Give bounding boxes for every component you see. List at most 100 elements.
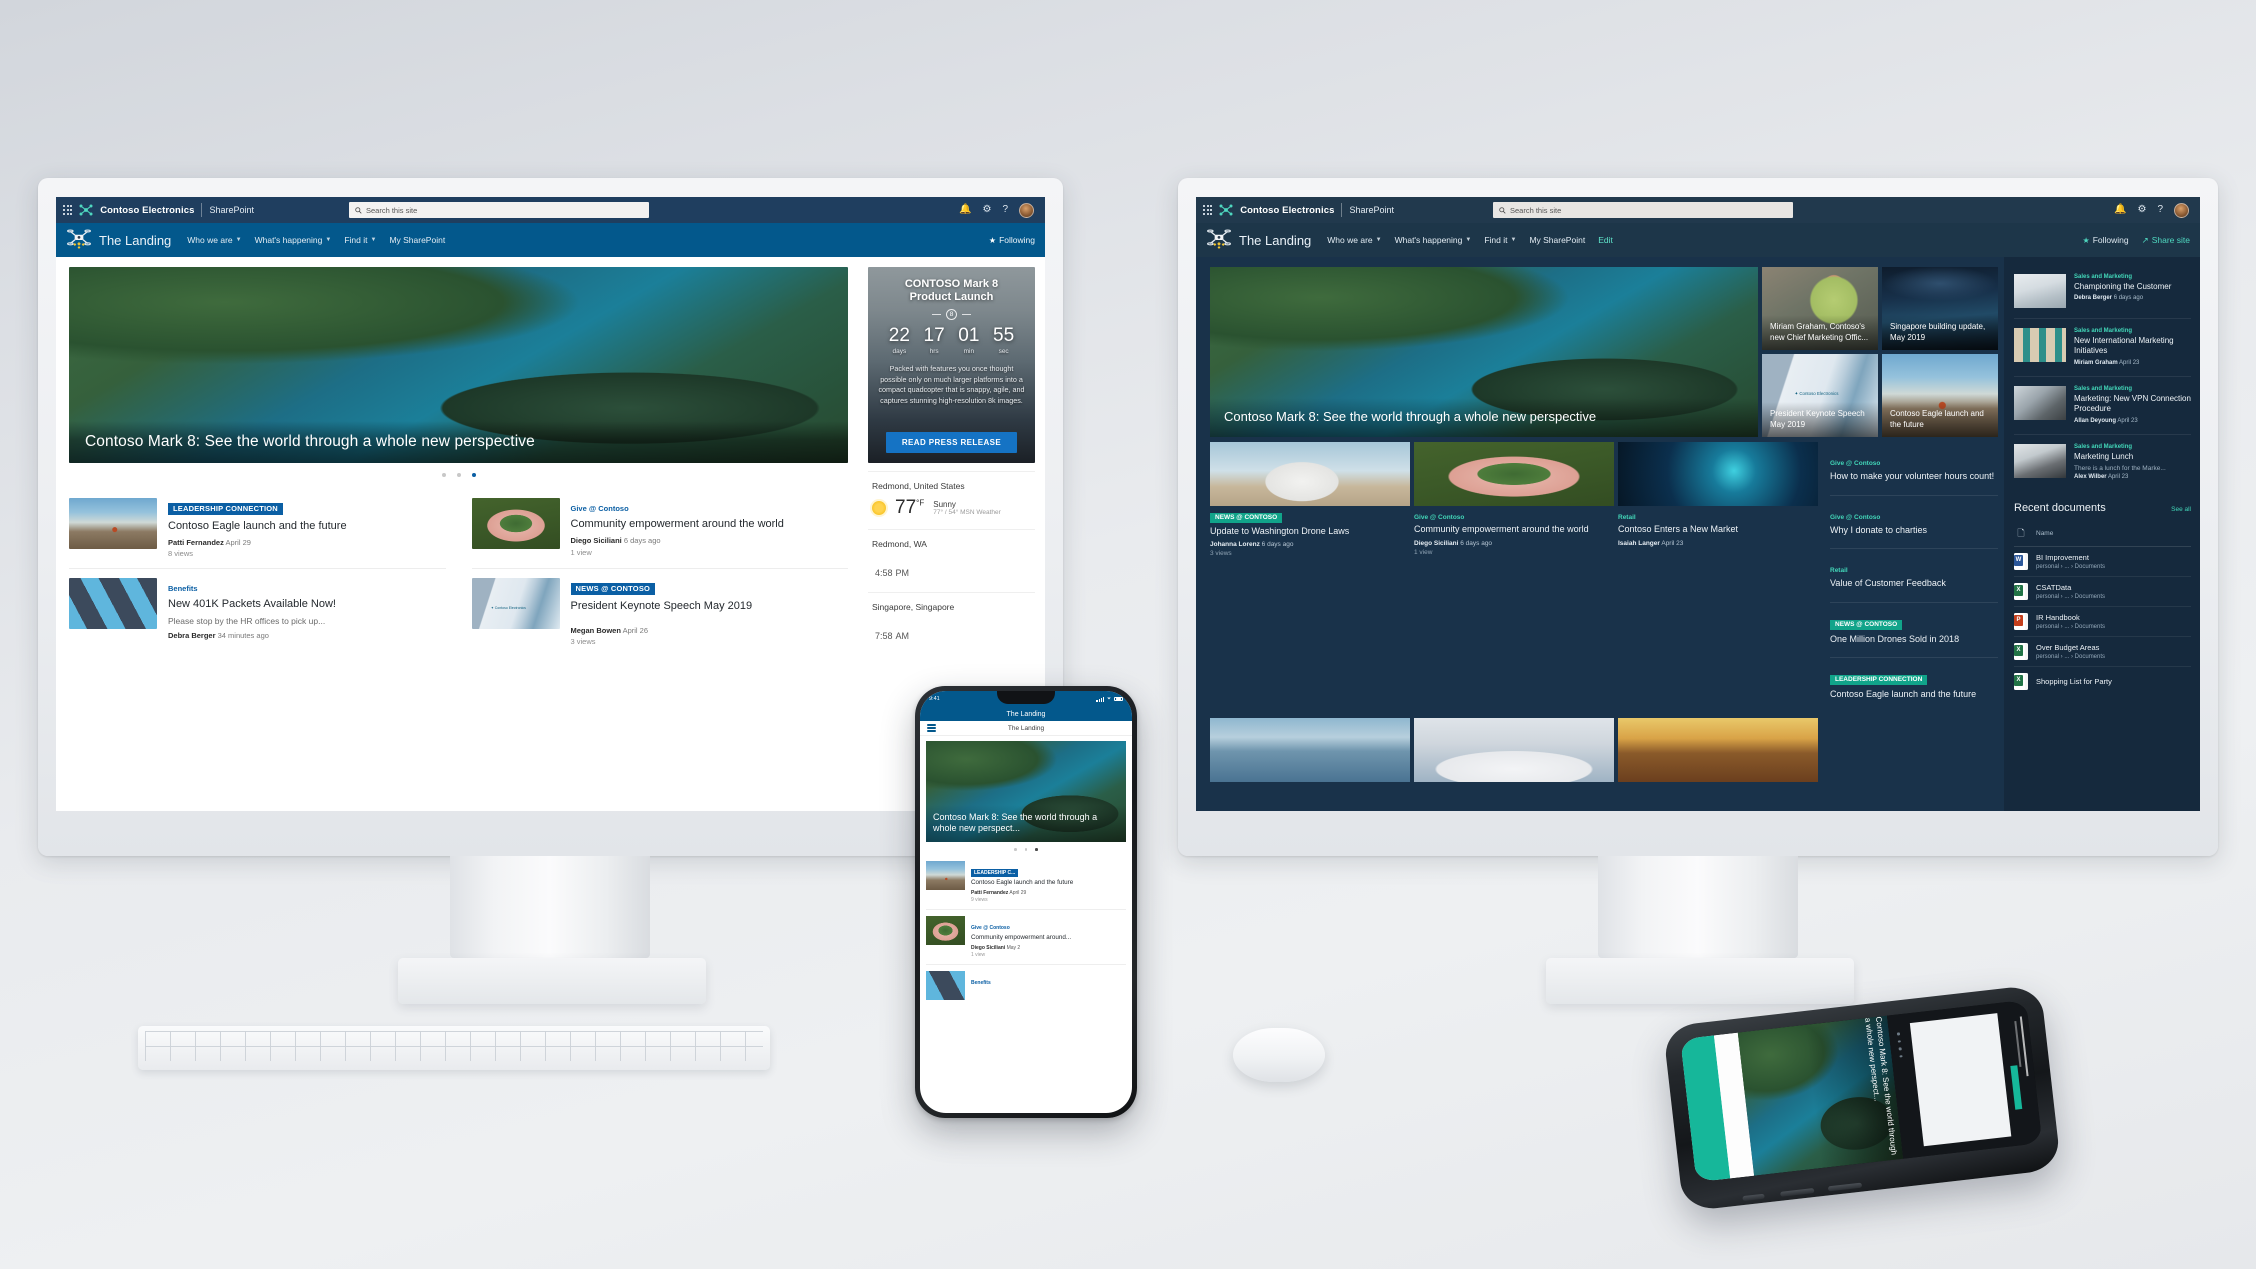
sidebar-news-item[interactable]: Sales and Marketing New International Ma… (2014, 319, 2191, 377)
sidebar-news-title[interactable]: New International Marketing Initiatives (2074, 336, 2191, 357)
sidebar-news-category[interactable]: Sales and Marketing (2074, 386, 2191, 392)
settings-icon[interactable]: ⚙ (2137, 205, 2146, 215)
link-category[interactable]: Give @ Contoso (1830, 460, 1880, 467)
sidebar-news-item[interactable]: Sales and Marketing Championing the Cust… (2014, 265, 2191, 319)
site-title[interactable]: The Landing (99, 233, 171, 248)
document-name[interactable]: Shopping List for Party (2036, 677, 2112, 686)
notifications-icon[interactable]: 🔔 (959, 205, 971, 215)
phone-hero-banner[interactable]: Contoso Mark 8: See the world through a … (926, 741, 1126, 842)
sidebar-news-category[interactable]: Sales and Marketing (2074, 328, 2191, 334)
suite-product-name[interactable]: SharePoint (209, 205, 254, 215)
link-category-badge[interactable]: LEADERSHIP CONNECTION (1830, 674, 1928, 685)
document-row[interactable]: W BI Improvement personal › ... › Docume… (2014, 547, 2191, 577)
nav-link-whats-happening[interactable]: What's happening ▼ (255, 235, 332, 245)
news-card[interactable]: Benefits New 401K Packets Available Now!… (69, 568, 446, 656)
phone-news-title[interactable]: Community empowerment around... (971, 934, 1071, 942)
news-card[interactable] (1210, 718, 1410, 783)
sidebar-news-category[interactable]: Sales and Marketing (2074, 444, 2166, 450)
phone-news-card[interactable]: Give @ Contoso Community empowerment aro… (926, 908, 1126, 964)
carousel-dot-1[interactable] (1014, 848, 1017, 851)
document-row[interactable]: X CSATData personal › ... › Documents (2014, 577, 2191, 607)
hero-carousel-dots[interactable] (69, 463, 848, 489)
link-item[interactable]: LEADERSHIP CONNECTION Contoso Eagle laun… (1830, 658, 1998, 712)
hero-tile[interactable]: ✦ Contoso Electronics President Keynote … (1762, 354, 1878, 437)
carousel-dot-2[interactable] (456, 473, 461, 477)
news-card[interactable]: LEADERSHIP CONNECTION Contoso Eagle laun… (69, 489, 446, 568)
news-category-badge[interactable]: NEWS @ CONTOSO (1210, 512, 1283, 523)
news-category[interactable]: Benefits (168, 584, 198, 593)
document-name[interactable]: Over Budget Areas (2036, 643, 2105, 652)
phone-news-category-badge[interactable]: LEADERSHIP C... (971, 868, 1019, 877)
search-input[interactable]: Search this site (349, 202, 649, 218)
sidebar-news-category[interactable]: Sales and Marketing (2074, 274, 2171, 280)
nav-link-my-sharepoint[interactable]: My SharePoint (1529, 235, 1585, 245)
news-title[interactable]: President Keynote Speech May 2019 (571, 599, 849, 613)
news-category[interactable]: Give @ Contoso (571, 504, 629, 513)
help-icon[interactable]: ? (1002, 205, 1008, 215)
nav-link-who-we-are[interactable]: Who we are ▼ (187, 235, 241, 245)
phone-landscape-news-thumbnail[interactable] (1909, 1013, 2012, 1147)
carousel-dot-3[interactable] (1035, 848, 1038, 851)
nav-link-who-we-are[interactable]: Who we are ▼ (1327, 235, 1381, 245)
hero-banner[interactable]: Contoso Mark 8: See the world through a … (1210, 267, 1758, 437)
sidebar-news-item[interactable]: Sales and Marketing Marketing: New VPN C… (2014, 377, 2191, 435)
user-avatar[interactable] (2174, 202, 2189, 218)
hero-banner[interactable]: Contoso Mark 8: See the world through a … (69, 267, 848, 463)
news-card[interactable] (1414, 718, 1614, 783)
link-title[interactable]: Value of Customer Feedback (1830, 578, 1998, 590)
news-card[interactable]: NEWS @ CONTOSO Update to Washington Dron… (1210, 442, 1410, 712)
carousel-dot-1[interactable] (441, 473, 446, 477)
hero-tile[interactable]: Contoso Eagle launch and the future (1882, 354, 1998, 437)
news-title[interactable]: New 401K Packets Available Now! (168, 597, 446, 611)
news-title[interactable]: Contoso Eagle launch and the future (168, 519, 446, 533)
link-item[interactable]: NEWS @ CONTOSO One Million Drones Sold i… (1830, 603, 1998, 659)
news-category[interactable]: Give @ Contoso (1414, 514, 1464, 521)
news-card[interactable]: Give @ Contoso Community empowerment aro… (471, 489, 849, 568)
news-title[interactable]: Update to Washington Drone Laws (1210, 526, 1410, 538)
phone-news-category[interactable]: Benefits (971, 980, 991, 986)
suite-app-title[interactable]: Contoso Electronics (100, 205, 194, 216)
document-row[interactable]: P IR Handbook personal › ... › Documents (2014, 607, 2191, 637)
document-name[interactable]: BI Improvement (2036, 553, 2105, 562)
read-press-release-button[interactable]: READ PRESS RELEASE (885, 432, 1018, 453)
phone-news-card[interactable]: LEADERSHIP C... Contoso Eagle launch and… (926, 855, 1126, 909)
nav-link-whats-happening[interactable]: What's happening ▼ (1395, 235, 1472, 245)
nav-link-find-it[interactable]: Find it ▼ (344, 235, 376, 245)
sidebar-news-title[interactable]: Marketing: New VPN Connection Procedure (2074, 394, 2191, 415)
link-title[interactable]: Contoso Eagle launch and the future (1830, 689, 1998, 701)
phone-news-category[interactable]: Give @ Contoso (971, 925, 1010, 931)
link-item[interactable]: Give @ Contoso Why I donate to charties (1830, 496, 1998, 550)
phone-carousel-dots[interactable] (920, 842, 1132, 855)
help-icon[interactable]: ? (2157, 205, 2163, 215)
link-category-badge[interactable]: NEWS @ CONTOSO (1830, 619, 1903, 630)
following-button[interactable]: ★ Following (989, 235, 1035, 245)
phone-news-title[interactable]: Contoso Eagle launch and the future (971, 879, 1073, 887)
phone-landscape-category-badge[interactable] (2010, 1065, 2023, 1110)
edit-button[interactable]: Edit (1598, 235, 1613, 245)
phone-landscape-hero[interactable]: Contoso Mark 8: See the world through a … (1737, 1015, 1904, 1176)
suite-product-name[interactable]: SharePoint (1349, 205, 1394, 215)
link-title[interactable]: One Million Drones Sold in 2018 (1830, 634, 1998, 646)
carousel-dot-2[interactable] (1024, 848, 1028, 851)
document-name[interactable]: IR Handbook (2036, 613, 2105, 622)
settings-icon[interactable]: ⚙ (982, 205, 991, 215)
following-button[interactable]: ★ Following (2083, 235, 2129, 245)
news-category[interactable]: Retail (1618, 514, 1636, 521)
link-title[interactable]: Why I donate to charties (1830, 525, 1998, 537)
sidebar-news-item[interactable]: Sales and Marketing Marketing Lunch Ther… (2014, 435, 2191, 490)
hamburger-menu-icon[interactable] (927, 724, 936, 732)
link-category[interactable]: Give @ Contoso (1830, 514, 1880, 521)
hero-tile[interactable]: Singapore building update, May 2019 (1882, 267, 1998, 350)
news-card[interactable]: Retail Contoso Enters a New Market Isaia… (1618, 442, 1818, 712)
news-card[interactable]: Give @ Contoso Community empowerment aro… (1414, 442, 1614, 712)
app-launcher-icon[interactable] (1203, 205, 1213, 215)
see-all-link[interactable]: See all (2171, 506, 2191, 513)
sidebar-news-title[interactable]: Championing the Customer (2074, 282, 2171, 292)
search-input[interactable]: Search this site (1493, 202, 1793, 218)
user-avatar[interactable] (1019, 202, 1034, 218)
phone-news-card[interactable]: Benefits (926, 963, 1126, 1006)
share-site-button[interactable]: ↗ Share site (2142, 235, 2190, 246)
sidebar-news-title[interactable]: Marketing Lunch (2074, 452, 2166, 462)
document-row[interactable]: X Shopping List for Party (2014, 667, 2191, 696)
notifications-icon[interactable]: 🔔 (2114, 205, 2126, 215)
